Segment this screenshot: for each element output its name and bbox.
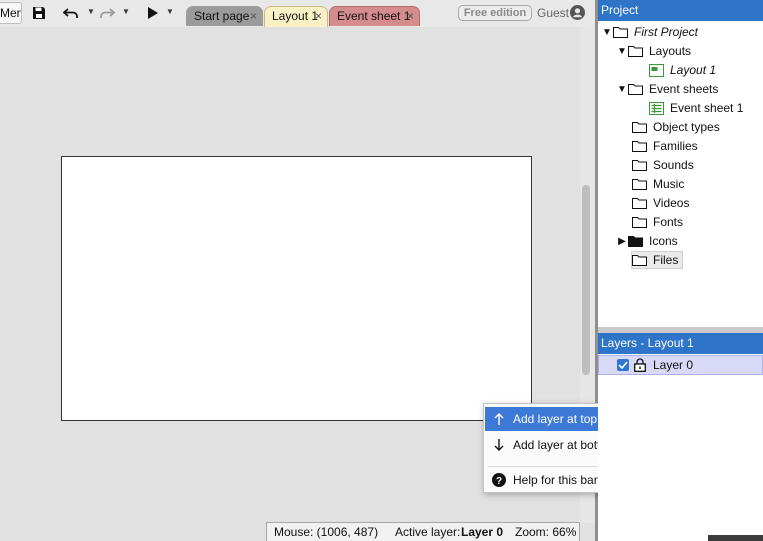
tree-item-event-sheets[interactable]: ▼ Event sheets: [616, 80, 718, 98]
tab-layout-1[interactable]: Layout 1 ×: [264, 6, 328, 27]
folder-icon: [632, 215, 649, 229]
folder-icon: [628, 44, 645, 58]
tree-item-files[interactable]: Files: [631, 251, 684, 269]
close-icon[interactable]: ×: [407, 7, 414, 26]
folder-icon: [628, 82, 645, 96]
folder-icon: [632, 120, 649, 134]
tab-event-sheet-1[interactable]: Event sheet 1 ×: [329, 6, 420, 26]
expand-arrow-icon[interactable]: ▶: [616, 236, 628, 247]
tree-item-families[interactable]: Families: [632, 137, 698, 155]
expand-arrow-icon[interactable]: ▼: [616, 84, 628, 95]
folder-icon: [632, 196, 649, 210]
save-icon[interactable]: [30, 4, 48, 22]
tree-item-label: Fonts: [653, 215, 684, 229]
folder-icon: [632, 158, 649, 172]
tree-item-label: Files: [653, 253, 679, 267]
tree-item-sounds[interactable]: Sounds: [632, 156, 694, 174]
active-layer-label: Active layer:: [395, 525, 461, 539]
undo-dropdown-icon[interactable]: ▼: [87, 7, 95, 16]
folder-icon: [632, 139, 649, 153]
play-dropdown-icon[interactable]: ▼: [166, 7, 174, 16]
mouse-position: Mouse: (1006, 487): [274, 525, 379, 539]
redo-dropdown-icon[interactable]: ▼: [122, 7, 130, 16]
close-icon[interactable]: ×: [315, 7, 322, 26]
tree-item-label: Object types: [653, 120, 720, 134]
undo-icon[interactable]: [62, 4, 80, 22]
unlocked-icon[interactable]: [634, 358, 646, 372]
status-bar: Mouse: (1006, 487) Active layer: Layer 0…: [266, 522, 580, 541]
layers-panel-title: Layers - Layout 1: [598, 333, 763, 354]
tab-start-page[interactable]: Start page ×: [186, 6, 263, 26]
avatar-icon[interactable]: [570, 5, 585, 20]
tree-item-label: First Project: [634, 25, 699, 39]
tree-item-music[interactable]: Music: [632, 175, 684, 193]
tree-item-label: Videos: [653, 196, 690, 210]
tree-item-label: Event sheet 1: [670, 101, 744, 115]
expand-arrow-icon[interactable]: ▼: [616, 46, 628, 57]
layout-canvas[interactable]: [61, 156, 532, 421]
tree-item-layout-1[interactable]: Layout 1: [649, 61, 716, 79]
tree-item-label: Event sheets: [649, 82, 719, 96]
layers-panel: Layers - Layout 1 Layer 0: [598, 333, 763, 541]
edition-badge[interactable]: Free edition: [458, 5, 532, 21]
close-icon[interactable]: ×: [250, 7, 257, 26]
project-panel: Project ▼ First Project ▼ Layouts Layout…: [598, 0, 763, 327]
folder-icon: [632, 177, 649, 191]
tree-item-videos[interactable]: Videos: [632, 194, 689, 212]
scrollbar-thumb[interactable]: [582, 185, 590, 375]
zoom-level: Zoom: 66%: [515, 525, 577, 539]
redo-icon[interactable]: [98, 4, 116, 22]
tree-item-label: Families: [653, 139, 698, 153]
menu-item-label: Add layer at top: [513, 412, 598, 426]
tree-item-label: Layouts: [649, 44, 692, 58]
user-label[interactable]: Guest: [537, 6, 569, 20]
tree-item-label: Sounds: [653, 158, 694, 172]
tab-event-sheet-1-label: Event sheet 1: [337, 9, 411, 23]
tree-item-label: Music: [653, 177, 685, 191]
menu-button-label: Menu: [0, 6, 21, 20]
layout-icon: [649, 63, 666, 77]
tree-item-fonts[interactable]: Fonts: [632, 213, 683, 231]
help-icon: ?: [485, 473, 513, 487]
layer-label: Layer 0: [653, 358, 694, 372]
layer-row[interactable]: Layer 0: [598, 355, 763, 375]
event-sheet-icon: [649, 101, 666, 115]
project-panel-title: Project: [598, 0, 763, 21]
main-toolbar: Menu ▼ ▼ ▼ Start page × Layout 1 × Event…: [0, 0, 596, 27]
tree-item-object-types[interactable]: Object types: [632, 118, 720, 136]
tree-item-label: Icons: [649, 234, 678, 248]
active-layer-value: Layer 0: [461, 525, 504, 539]
tree-item-layouts[interactable]: ▼ Layouts: [616, 42, 691, 60]
folder-filled-icon: [628, 234, 645, 248]
tree-item-icons[interactable]: ▶ Icons: [616, 232, 678, 250]
arrow-up-icon: [485, 413, 513, 425]
folder-icon: [613, 25, 630, 39]
play-icon[interactable]: [146, 4, 160, 22]
menu-button[interactable]: Menu: [0, 2, 22, 24]
visibility-checkbox[interactable]: [617, 359, 629, 371]
panel-bottom-edge: [708, 535, 763, 541]
tab-start-page-label: Start page: [194, 9, 250, 23]
tab-layout-1-label: Layout 1: [272, 9, 319, 23]
arrow-down-icon: [485, 439, 513, 451]
folder-icon: [632, 253, 649, 267]
expand-arrow-icon[interactable]: ▼: [601, 27, 613, 38]
svg-text:?: ?: [496, 476, 502, 487]
menu-item-label: Help for this bar: [513, 473, 598, 487]
tree-item-event-sheet-1[interactable]: Event sheet 1: [649, 99, 743, 117]
tree-item-first-project[interactable]: ▼ First Project: [601, 23, 698, 41]
tree-item-label: Layout 1: [670, 63, 717, 77]
